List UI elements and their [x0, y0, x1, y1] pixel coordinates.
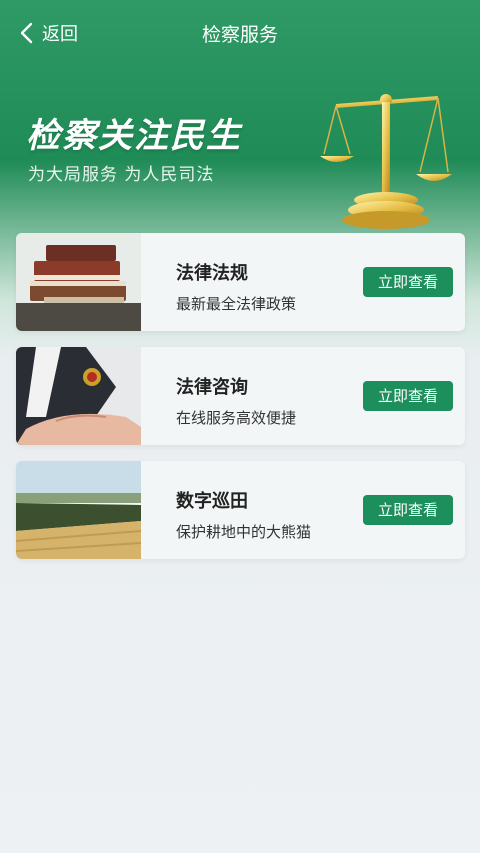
card-digital-patrol[interactable]: 数字巡田 保护耕地中的大熊猫 立即查看 — [16, 461, 465, 559]
books-thumbnail — [16, 233, 141, 331]
service-list: 法律法规 最新最全法律政策 立即查看 法律咨询 在线服务高效便捷 立即查看 数字… — [16, 233, 465, 575]
card-consultation[interactable]: 法律咨询 在线服务高效便捷 立即查看 — [16, 347, 465, 445]
card-subtitle: 最新最全法律政策 — [176, 295, 297, 313]
hero-banner: 检察关注民生 为大局服务 为人民司法 — [0, 64, 480, 229]
card-title: 法律咨询 — [176, 377, 248, 398]
farmland-thumbnail — [16, 461, 141, 559]
card-subtitle: 保护耕地中的大熊猫 — [176, 523, 312, 541]
banner-subslogan: 为大局服务 为人民司法 — [28, 165, 215, 185]
view-now-button[interactable]: 立即查看 — [363, 381, 453, 411]
card-title: 法律法规 — [176, 263, 248, 284]
card-subtitle: 在线服务高效便捷 — [176, 409, 297, 427]
badge-handshake-thumbnail — [16, 347, 141, 445]
scales-of-justice-icon — [320, 94, 452, 229]
page-title: 检察服务 — [201, 24, 278, 46]
banner-slogan: 检察关注民生 — [26, 116, 242, 156]
top-bar: 返回 检察服务 — [0, 0, 480, 64]
view-now-button[interactable]: 立即查看 — [363, 495, 453, 525]
card-laws[interactable]: 法律法规 最新最全法律政策 立即查看 — [16, 233, 465, 331]
view-now-button[interactable]: 立即查看 — [363, 267, 453, 297]
card-title: 数字巡田 — [176, 491, 248, 512]
